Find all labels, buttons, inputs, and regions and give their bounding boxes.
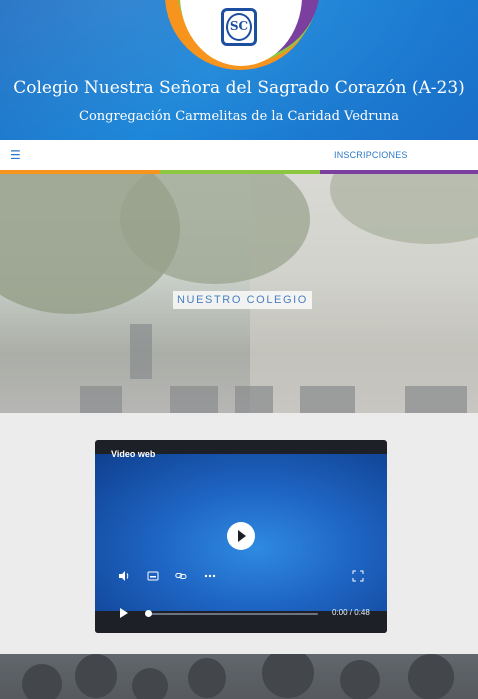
play-icon[interactable] — [120, 608, 128, 618]
school-logo[interactable]: SC — [221, 8, 257, 46]
fullscreen-icon[interactable] — [352, 570, 364, 582]
site-header: SC Colegio Nuestra Señora del Sagrado Co… — [0, 0, 478, 140]
video-title: Video web — [111, 449, 156, 459]
nav-link-inscripciones[interactable]: INSCRIPCIONES — [334, 150, 408, 160]
play-icon[interactable] — [227, 522, 255, 550]
bottom-photo — [0, 654, 478, 699]
hero-section-label[interactable]: NUESTRO COLEGIO — [173, 291, 312, 309]
volume-icon[interactable] — [118, 570, 130, 582]
hamburger-menu-icon[interactable]: ☰ — [10, 148, 21, 162]
site-subtitle: Congregación Carmelitas de la Caridad Ve… — [79, 109, 399, 124]
video-time-display: 0:00 / 0:48 — [332, 608, 370, 617]
logo-emblem: SC — [226, 13, 252, 41]
captions-icon[interactable] — [147, 570, 159, 582]
site-title: Colegio Nuestra Señora del Sagrado Coraz… — [13, 78, 465, 98]
navigation-bar: ☰ INSCRIPCIONES — [0, 140, 478, 170]
logo-text: SC — [229, 19, 249, 33]
hero-banner: NUESTRO COLEGIO — [0, 174, 478, 413]
video-progress-handle[interactable] — [145, 610, 152, 617]
video-player[interactable]: Video web 0:00 / 0:48 — [95, 440, 387, 633]
link-icon[interactable] — [175, 570, 187, 582]
photo-overlay — [0, 654, 478, 699]
video-progress-track[interactable] — [148, 613, 318, 615]
more-icon[interactable] — [204, 570, 216, 582]
